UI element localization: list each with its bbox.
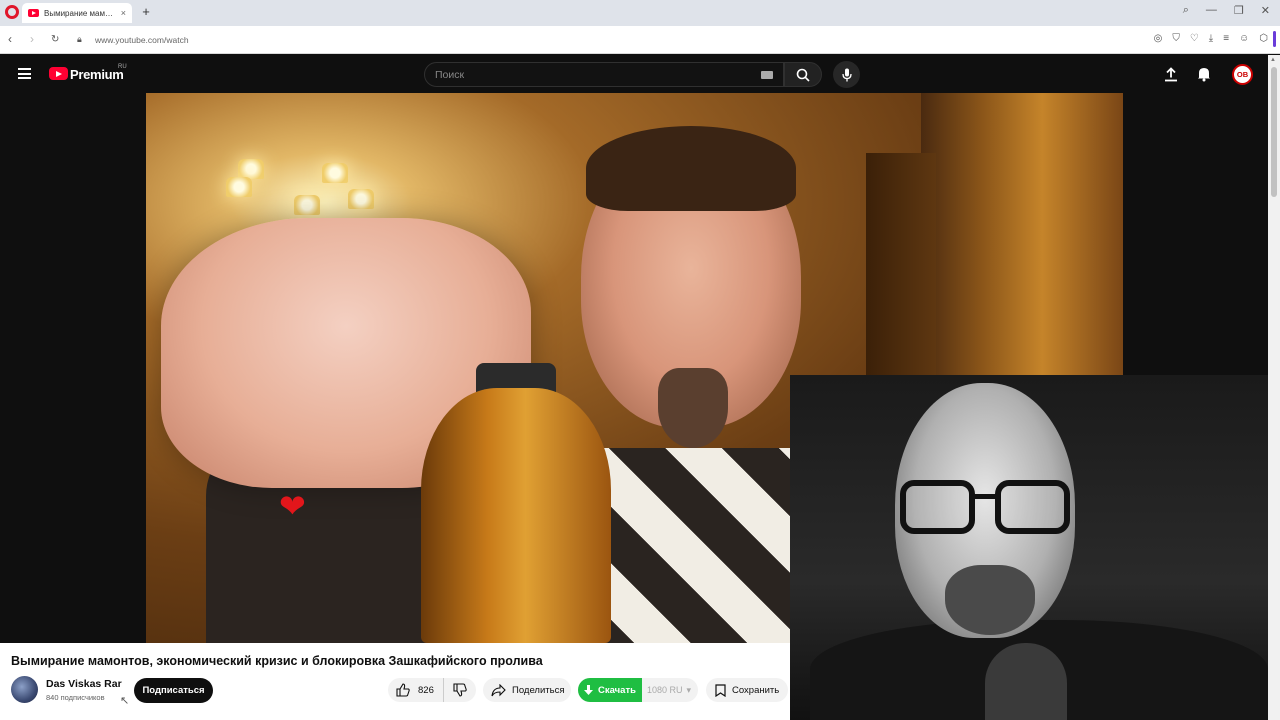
window-controls: ⌕ — ❐ ✕ — [1183, 4, 1270, 17]
heart-icon[interactable]: ♡ — [1190, 33, 1199, 44]
forward-icon[interactable]: › — [30, 32, 34, 46]
bottle — [421, 388, 611, 643]
glasses — [900, 480, 1075, 536]
youtube-header: Premium RU ОВ — [0, 55, 1268, 93]
camera-icon[interactable]: ◎ — [1154, 33, 1163, 44]
page-scrollbar[interactable]: ▲ — [1268, 55, 1280, 720]
thumbs-down-icon — [453, 683, 467, 697]
url-field[interactable]: www.youtube.com/watch — [95, 35, 189, 45]
video-info-panel: Вымирание мамонтов, экономический кризис… — [0, 643, 790, 720]
download-button[interactable]: Скачать — [578, 678, 642, 702]
bell-icon — [1198, 68, 1210, 82]
save-playlist-icon — [715, 683, 726, 697]
download-arrow-icon — [584, 684, 593, 695]
voice-search-button[interactable] — [833, 61, 860, 88]
heart-icon: ❤ — [279, 488, 306, 524]
youtube-favicon-icon — [28, 9, 39, 17]
download-icon[interactable]: ⤓ — [1209, 33, 1213, 44]
browser-search-icon[interactable]: ⌕ — [1183, 4, 1189, 17]
microphone-icon — [841, 68, 852, 81]
extensions-icon[interactable]: ⬡ — [1259, 33, 1268, 44]
search-icon — [796, 68, 810, 82]
close-window-icon[interactable]: ✕ — [1261, 4, 1270, 17]
minimize-icon[interactable]: — — [1206, 4, 1217, 17]
shield-icon[interactable]: ⛉ — [1172, 33, 1180, 44]
scroll-up-icon[interactable]: ▲ — [1270, 57, 1276, 63]
maximize-icon[interactable]: ❐ — [1234, 4, 1244, 17]
tab-title: Вымирание мамонтов, э — [44, 8, 116, 18]
notifications-button[interactable] — [1193, 63, 1215, 85]
lock-icon: 🔒︎ — [77, 34, 82, 44]
share-button[interactable]: Поделиться — [483, 678, 571, 702]
download-quality-value: 1080 RU — [647, 685, 683, 695]
like-count: 826 — [418, 684, 434, 696]
address-bar-actions: ◎ ⛉ ♡ ⤓ ≡ ☺ ⬡ — [1154, 33, 1268, 44]
menu-icon[interactable]: ≡ — [1223, 33, 1229, 44]
channel-avatar[interactable] — [11, 676, 38, 703]
video-title: Вымирание мамонтов, экономический кризис… — [11, 654, 543, 668]
streamer-webcam-overlay — [790, 375, 1268, 720]
profile-icon[interactable]: ☺ — [1239, 33, 1249, 44]
opera-logo-icon[interactable] — [5, 5, 19, 19]
upload-icon — [1165, 67, 1177, 82]
save-button[interactable]: Сохранить — [706, 678, 788, 702]
search-button[interactable] — [784, 62, 822, 87]
account-avatar[interactable]: ОВ — [1232, 64, 1253, 85]
thumbs-up-icon — [396, 683, 410, 697]
address-bar: ‹ › ↻ 🔒︎ www.youtube.com/watch ◎ ⛉ ♡ ⤓ ≡… — [0, 26, 1280, 54]
scrollbar-thumb[interactable] — [1271, 67, 1277, 197]
download-label: Скачать — [598, 684, 636, 696]
tab-close-icon[interactable]: × — [121, 8, 126, 18]
share-label: Поделиться — [512, 684, 565, 696]
like-button[interactable]: 826 — [388, 678, 444, 702]
back-icon[interactable]: ‹ — [8, 32, 12, 46]
search-box — [424, 62, 784, 87]
dislike-button[interactable] — [444, 678, 476, 702]
sidebar-accent — [1273, 31, 1276, 47]
upload-button[interactable] — [1160, 63, 1182, 85]
share-icon — [491, 683, 506, 696]
download-quality-select[interactable]: 1080 RU ▾ — [642, 685, 691, 696]
keyboard-icon[interactable] — [761, 71, 773, 79]
download-group: Скачать 1080 RU ▾ — [578, 678, 698, 702]
browser-tab-bar: Вымирание мамонтов, э × + ⌕ — ❐ ✕ — [0, 0, 1280, 26]
youtube-logo-icon[interactable] — [49, 67, 68, 80]
channel-name[interactable]: Das Viskas Rar — [46, 678, 122, 690]
browser-tab[interactable]: Вымирание мамонтов, э × — [22, 3, 132, 23]
mouse-cursor-icon: ↖ — [120, 695, 130, 707]
subscribe-button[interactable]: Подписаться — [134, 678, 213, 703]
reload-icon[interactable]: ↻ — [51, 34, 59, 45]
save-label: Сохранить — [732, 684, 780, 696]
like-dislike-group: 826 — [388, 678, 476, 702]
subscriber-count: 840 подписчиков — [46, 693, 105, 702]
youtube-region: RU — [118, 64, 127, 70]
chevron-down-icon: ▾ — [686, 684, 692, 695]
search-input[interactable] — [435, 63, 755, 86]
streamer-microphone — [985, 643, 1067, 720]
hamburger-menu-icon[interactable] — [18, 68, 31, 79]
new-tab-button[interactable]: + — [139, 5, 153, 19]
youtube-brand[interactable]: Premium — [70, 67, 124, 82]
